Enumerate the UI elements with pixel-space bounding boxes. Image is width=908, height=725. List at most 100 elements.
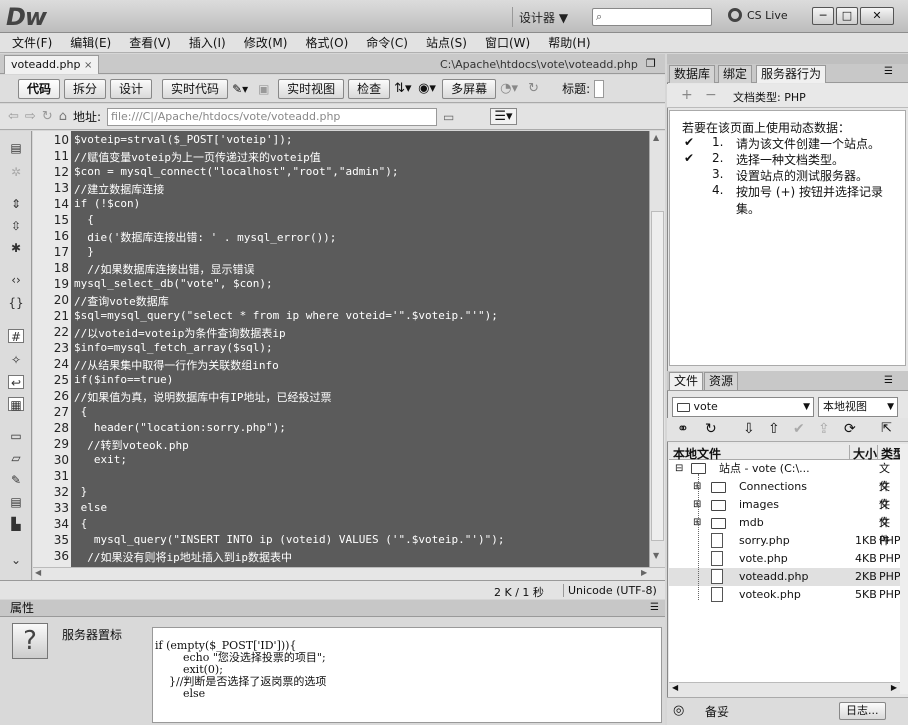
close-button[interactable]: ✕ [860,7,894,25]
folder-row[interactable]: ⊞ images 文件 [669,496,900,529]
javascript-icon[interactable]: ✎▾ [232,82,254,96]
move-css-icon[interactable]: ▙ [8,517,24,531]
site-select[interactable]: vote ▼ [672,397,814,417]
document-tab[interactable]: voteadd.php × [4,55,100,74]
check-out-icon[interactable]: ✔ [793,421,805,437]
tab-assets[interactable]: 资源 [704,372,739,390]
files-panel-menu-icon[interactable]: ☰ [884,375,893,386]
live-view-button[interactable]: 实时视图 [278,78,345,99]
open-documents-icon[interactable]: ▤ [8,141,24,155]
back-icon[interactable]: ⇦ [8,109,19,124]
add-behavior-icon[interactable]: + [681,87,693,103]
tab-bindings[interactable]: 绑定 [718,65,753,83]
tab-server-behaviors[interactable]: 服务器行为 [756,65,827,83]
properties-header[interactable]: 属性 ☰ [0,600,665,617]
vertical-scrollbar[interactable]: ▲ ▼ [649,131,665,567]
cs-live-button[interactable]: CS Live [728,8,788,22]
expand-panel-icon[interactable]: ⇱ [881,421,892,436]
more-tools-icon[interactable]: ⌄ [8,553,24,567]
server-panel-menu-icon[interactable]: ☰ [884,66,893,77]
forward-icon[interactable]: ⇨ [25,109,36,124]
files-header: 本地文件 大小 类型 [669,444,901,462]
site-root-row[interactable]: ⊟ 站点 - vote (C:\... 文件 [669,460,900,493]
inspect-button[interactable]: 检查 [348,78,391,99]
recent-snippets-icon[interactable]: ▤ [8,495,24,509]
menu-format[interactable]: 格式(O) [305,34,348,51]
restore-button[interactable]: □ [836,7,858,25]
panel-collapse-bar[interactable] [667,54,908,64]
menu-insert[interactable]: 插入(I) [189,34,226,51]
line-numbers-icon[interactable]: # [8,329,24,344]
close-tab-icon[interactable]: × [84,60,92,71]
files-vertical-scrollbar[interactable] [900,444,908,694]
apply-comment-icon[interactable]: ▭ [8,429,24,443]
folder-row[interactable]: ⊞ mdb 文件 [669,514,900,547]
wrap-tag-icon[interactable]: ✎ [8,473,24,487]
step-document-type-link[interactable]: 选择一种文档类型。 [736,151,844,168]
design-view-button[interactable]: 设计 [110,78,153,99]
view-select[interactable]: 本地视图 ▼ [818,397,898,417]
code-editor[interactable]: $voteip=strval($_POST['voteip']); //赋值变量v… [71,131,649,567]
browse-folder-icon[interactable]: ▭ [443,110,454,124]
files-horizontal-scrollbar[interactable]: ◀ ▶ [669,682,900,695]
title-input[interactable] [594,79,605,98]
line-number: 17 [53,245,69,259]
menu-view[interactable]: 查看(V) [129,34,171,51]
address-input[interactable]: file:///C|/Apache/htdocs/vote/voteadd.ph… [107,107,438,126]
word-wrap-icon[interactable]: ↩ [8,375,24,390]
menu-edit[interactable]: 编辑(E) [70,34,111,51]
split-view-button[interactable]: 拆分 [64,78,107,99]
file-row[interactable]: voteadd.php 2KB PHP [669,568,901,586]
folder-row[interactable]: ⊞ Connections 文件 [669,478,900,511]
menu-window[interactable]: 窗口(W) [485,34,530,51]
step-create-site-link[interactable]: 请为该文件创建一个站点。 [736,135,880,152]
tab-files[interactable]: 文件 [669,372,704,390]
remove-comment-icon[interactable]: ▱ [8,451,24,465]
visual-aids-icon[interactable]: ◔▾ [500,81,524,96]
code-line: { [74,405,88,418]
collapse-icon[interactable]: ⊟ [675,460,683,478]
file-row[interactable]: voteok.php 5KB PHP [669,586,901,604]
preview-browser-icon[interactable]: ◉▾ [418,81,438,96]
menu-commands[interactable]: 命令(C) [366,34,408,51]
menu-file[interactable]: 文件(F) [12,34,52,51]
reload-icon[interactable]: ↻ [42,109,53,124]
panel-menu-icon[interactable]: ☰ [650,600,659,616]
highlight-invalid-code-icon[interactable]: ✧ [8,353,24,367]
multiscreen-button[interactable]: 多屏幕 [442,78,497,99]
home-icon[interactable]: ⌂ [59,109,67,124]
file-row[interactable]: vote.php 4KB PHP [669,550,901,568]
synchronize-icon[interactable]: ⟳ [844,421,856,437]
check-in-icon[interactable]: ⇪ [818,421,830,437]
step-testing-server-link[interactable]: 设置站点的测试服务器。 [736,167,868,184]
select-parent-tag-icon[interactable]: ‹› [8,273,24,287]
live-code-button[interactable]: 实时代码 [162,78,229,99]
page-options-icon[interactable]: ☰▾ [490,108,517,125]
connect-icon[interactable]: ⚭ [677,421,689,437]
minimize-button[interactable]: ─ [812,7,834,25]
balance-braces-icon[interactable]: {} [8,296,24,310]
expand-all-icon[interactable]: ✱ [8,241,24,255]
refresh-files-icon[interactable]: ↻ [705,421,717,437]
search-input[interactable]: ⌕ [592,8,712,26]
log-button[interactable]: 日志... [839,702,886,720]
tab-databases[interactable]: 数据库 [669,65,716,83]
code-view-button[interactable]: 代码 [18,78,61,99]
get-files-icon[interactable]: ⇩ [743,421,755,437]
server-markup-code[interactable]: if (empty($_POST['ID'])){ echo "您没选择投票的项… [152,627,662,723]
refresh-icon[interactable]: ↻ [528,81,546,96]
remove-behavior-icon[interactable]: − [705,87,717,103]
collapse-tag-icon[interactable]: ⇕ [8,197,24,211]
horizontal-scrollbar[interactable]: ◀ ▶ [33,567,665,580]
collapse-selection-icon[interactable]: ⇳ [8,219,24,233]
file-management-icon[interactable]: ⇅▾ [394,81,414,96]
menu-site[interactable]: 站点(S) [426,34,467,51]
menu-modify[interactable]: 修改(M) [244,34,288,51]
menu-help[interactable]: 帮助(H) [548,34,590,51]
show-code-navigator-icon[interactable]: ✲ [8,165,24,179]
file-row[interactable]: sorry.php 1KB PHP [669,532,901,550]
put-files-icon[interactable]: ⇧ [768,421,780,437]
layout-switcher[interactable]: 设计器 ▼ [512,7,574,27]
syntax-coloring-icon[interactable]: ▦ [8,397,24,412]
restore-doc-icon[interactable]: ❐ [646,57,656,70]
